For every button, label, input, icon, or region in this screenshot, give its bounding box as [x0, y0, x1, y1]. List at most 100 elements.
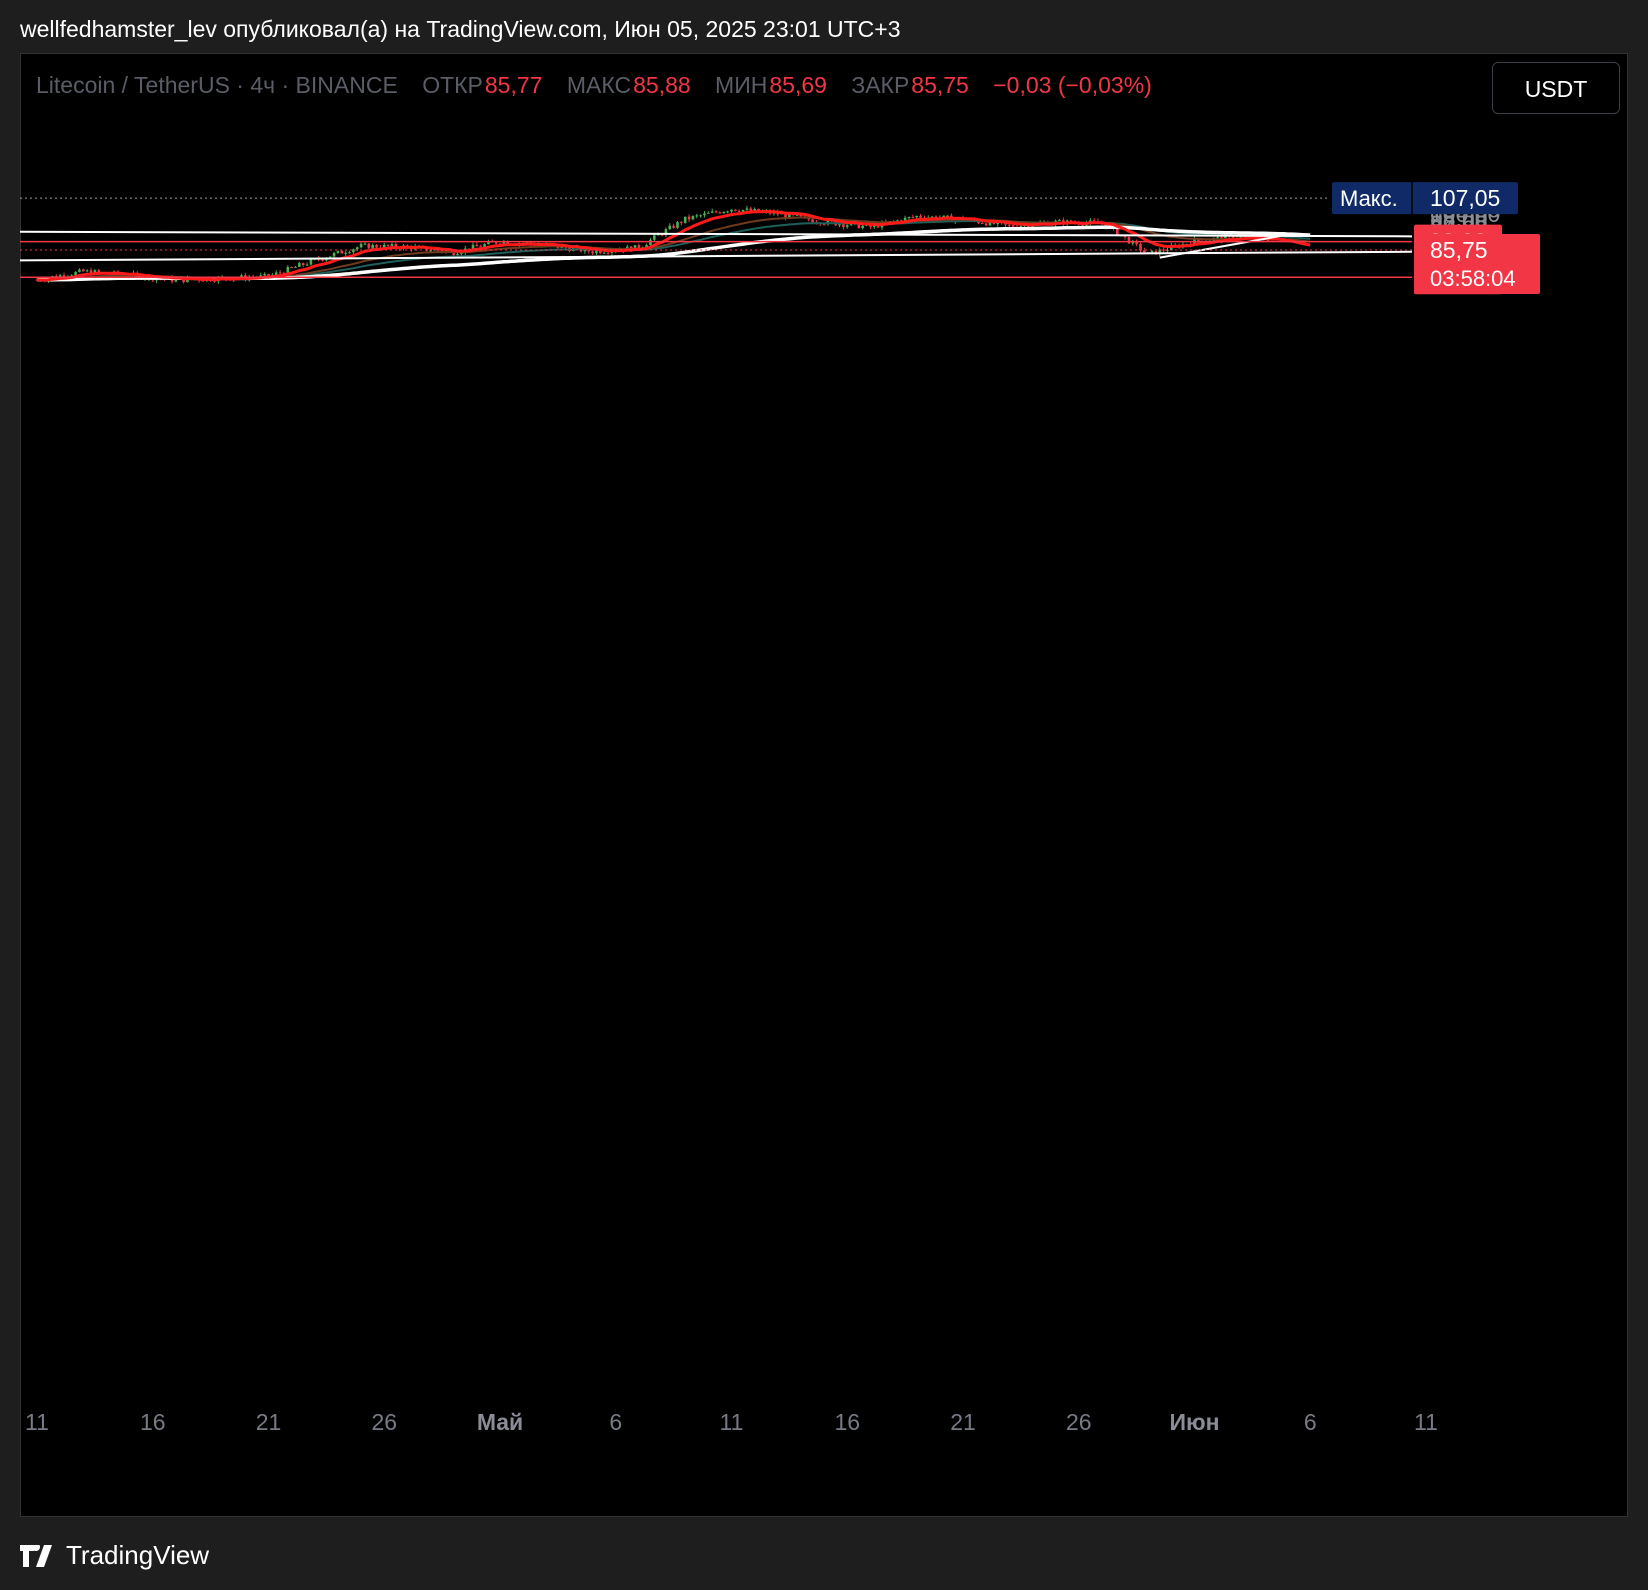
candle-body	[911, 217, 915, 219]
candle-body	[340, 250, 344, 254]
candle-body	[915, 215, 918, 218]
ma-teal-line	[37, 220, 1311, 281]
candle-body	[332, 252, 336, 257]
candle-body	[683, 216, 687, 223]
max-value: 107,05	[1430, 185, 1500, 211]
candle-body	[838, 224, 841, 226]
candle-body	[74, 271, 77, 276]
candle-body	[1011, 225, 1015, 227]
candle-body	[676, 222, 679, 228]
candle-body	[980, 223, 984, 225]
candle-body	[1162, 249, 1165, 251]
time-tick-label: Июн	[1169, 1409, 1219, 1435]
time-tick-label: 11	[25, 1409, 49, 1435]
candle-body	[294, 266, 297, 268]
candle-body	[475, 244, 479, 247]
candle-body	[301, 263, 305, 265]
candle-body	[842, 224, 845, 227]
candle-body	[479, 246, 483, 248]
tradingview-logo-icon	[20, 1544, 52, 1567]
candle-body	[691, 215, 695, 220]
candle-body	[703, 213, 706, 216]
candle-body	[714, 211, 718, 213]
candle-body	[298, 263, 301, 267]
candle-body	[707, 212, 710, 214]
candle-body	[305, 264, 309, 266]
candle-body	[653, 235, 656, 240]
candle-body	[591, 251, 594, 254]
candle-body	[1127, 237, 1131, 244]
candle-body	[375, 244, 378, 248]
candle-body	[699, 215, 702, 217]
candle-body	[602, 252, 606, 254]
candle-body	[1143, 250, 1146, 253]
candle-body	[321, 259, 324, 261]
candle-body	[722, 211, 726, 214]
axes-layer: 108,00106,00104,00102,00100,0098,0096,00…	[25, 183, 1500, 1435]
time-tick-label: 21	[950, 1409, 976, 1435]
candle-body	[668, 225, 672, 230]
time-tick-label: Май	[477, 1409, 523, 1435]
candle-body	[348, 252, 351, 254]
candle-body	[78, 269, 81, 272]
max-label: Макс.	[1340, 186, 1398, 211]
candle-body	[730, 209, 733, 212]
candle-body	[352, 249, 355, 253]
candle-body	[386, 244, 390, 247]
candle-body	[726, 211, 729, 213]
time-tick-label: 6	[1304, 1409, 1317, 1435]
candle-body	[672, 225, 675, 228]
candle-body	[429, 250, 432, 252]
time-tick-label: 16	[140, 1409, 166, 1435]
candle-body	[309, 259, 313, 265]
candle-body	[355, 247, 359, 250]
candle-body	[861, 225, 864, 229]
tradingview-brand: TradingView	[66, 1540, 210, 1570]
time-tick-label: 26	[371, 1409, 397, 1435]
candle-body	[907, 217, 911, 219]
candle-body	[984, 223, 988, 226]
candle-body	[745, 208, 749, 210]
candle-body	[1216, 237, 1219, 239]
time-tick-label: 11	[1414, 1409, 1438, 1435]
candle-body	[606, 252, 610, 254]
candle-body	[649, 239, 652, 245]
candle-body	[336, 250, 340, 253]
candle-body	[359, 243, 363, 248]
candle-body	[710, 211, 714, 213]
candle-body	[1150, 250, 1154, 253]
candle-body	[680, 222, 683, 224]
candle-body	[82, 269, 85, 272]
candle-body	[811, 219, 814, 223]
candle-body	[263, 274, 266, 276]
candle-body	[1008, 224, 1011, 226]
candle-body	[278, 272, 282, 274]
tradingview-footer[interactable]: TradingView	[20, 1540, 209, 1571]
current-price-label: 85,75	[1430, 237, 1488, 263]
price-chart[interactable]: 108,00106,00104,00102,00100,0098,0096,00…	[0, 0, 1648, 1590]
candle-body	[371, 244, 374, 249]
bar-countdown-timer: 03:58:04	[1430, 266, 1516, 291]
candle-body	[363, 243, 367, 245]
candle-body	[85, 270, 89, 272]
candle-body	[737, 210, 741, 212]
candle-body	[290, 267, 293, 269]
support-trendline	[19, 250, 1413, 262]
candle-body	[1058, 220, 1061, 222]
candle-body	[919, 215, 922, 218]
candle-body	[822, 224, 826, 226]
candle-body	[1139, 243, 1142, 251]
time-tick-label: 16	[834, 1409, 860, 1435]
candle-body	[390, 243, 394, 247]
time-tick-label: 6	[609, 1409, 622, 1435]
candle-body	[695, 215, 699, 217]
candle-body	[718, 212, 722, 214]
candle-body	[595, 250, 598, 254]
time-tick-label: 21	[256, 1409, 282, 1435]
candle-body	[456, 254, 459, 256]
candle-body	[845, 225, 849, 227]
candle-body	[734, 209, 737, 211]
candle-body	[344, 252, 347, 254]
time-tick-label: 26	[1066, 1409, 1092, 1435]
candle-body	[367, 243, 371, 249]
